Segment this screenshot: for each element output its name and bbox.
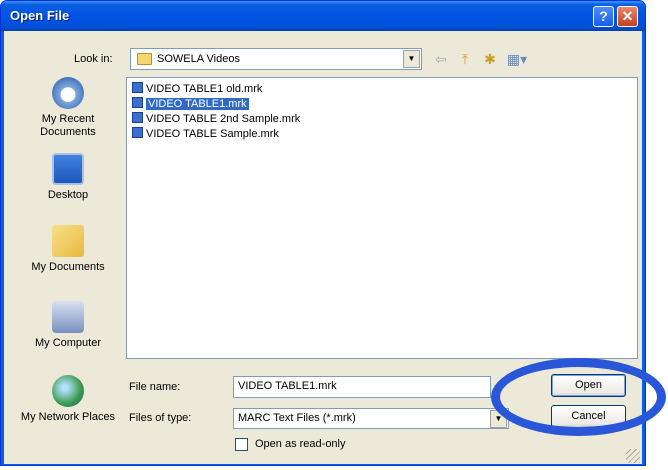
- my-computer-icon: [52, 301, 84, 333]
- place-my-computer[interactable]: My Computer: [14, 301, 122, 350]
- desktop-icon: [52, 153, 84, 185]
- place-label: My Documents: [31, 261, 105, 273]
- up-folder-icon[interactable]: ⤒: [456, 50, 474, 68]
- file-type-dropdown[interactable]: MARC Text Files (*.mrk) ▼: [233, 408, 509, 429]
- file-type-label: Files of type:: [129, 412, 192, 424]
- file-list[interactable]: VIDEO TABLE1 old.mrk VIDEO TABLE1.mrk VI…: [126, 77, 638, 359]
- place-desktop[interactable]: Desktop: [14, 153, 122, 202]
- mrk-file-icon: [132, 127, 143, 138]
- help-button[interactable]: ?: [593, 6, 614, 27]
- file-item[interactable]: VIDEO TABLE 2nd Sample.mrk: [132, 112, 302, 127]
- file-item-selected[interactable]: VIDEO TABLE1.mrk: [132, 97, 251, 112]
- file-item[interactable]: VIDEO TABLE1 old.mrk: [132, 82, 264, 97]
- place-label: My Computer: [34, 337, 102, 349]
- look-in-value: SOWELA Videos: [157, 53, 240, 65]
- views-menu-icon[interactable]: ▦▾: [504, 50, 530, 68]
- read-only-checkbox[interactable]: [235, 438, 248, 451]
- place-my-recent-documents[interactable]: My Recent Documents: [14, 77, 122, 139]
- place-label: Desktop: [47, 189, 89, 201]
- recent-documents-icon: [52, 77, 84, 109]
- file-name-input[interactable]: VIDEO TABLE1.mrk: [233, 376, 491, 398]
- file-name-label: File name:: [129, 381, 181, 393]
- mrk-file-icon: [132, 82, 143, 93]
- read-only-label: Open as read-only: [255, 438, 346, 450]
- file-item[interactable]: VIDEO TABLE Sample.mrk: [132, 127, 281, 142]
- file-type-value: MARC Text Files (*.mrk): [238, 412, 356, 424]
- chevron-down-icon[interactable]: ▼: [403, 50, 420, 68]
- window-title: Open File: [10, 8, 70, 23]
- title-bar[interactable]: Open File ? ✕: [1, 1, 645, 31]
- back-arrow-icon[interactable]: ⇦: [432, 50, 450, 68]
- place-label: My Recent Documents: [40, 113, 96, 138]
- look-in-dropdown[interactable]: SOWELA Videos ▼: [130, 48, 422, 70]
- place-my-documents[interactable]: My Documents: [14, 225, 122, 274]
- place-my-network-places[interactable]: My Network Places: [14, 375, 122, 424]
- highlight-ellipse: [491, 358, 666, 436]
- look-in-label: Look in:: [74, 53, 113, 65]
- resize-grip[interactable]: [626, 449, 640, 463]
- folder-icon: [137, 53, 152, 65]
- network-places-icon: [52, 375, 84, 407]
- my-documents-icon: [52, 225, 84, 257]
- new-folder-icon[interactable]: ✱: [481, 50, 499, 68]
- close-button[interactable]: ✕: [617, 6, 638, 27]
- question-mark-icon: ?: [599, 8, 608, 24]
- places-bar: My Recent Documents Desktop My Documents…: [14, 77, 122, 457]
- mrk-file-icon: [132, 112, 143, 123]
- close-icon: ✕: [621, 8, 634, 24]
- mrk-file-icon: [132, 97, 143, 108]
- place-label: My Network Places: [20, 411, 116, 423]
